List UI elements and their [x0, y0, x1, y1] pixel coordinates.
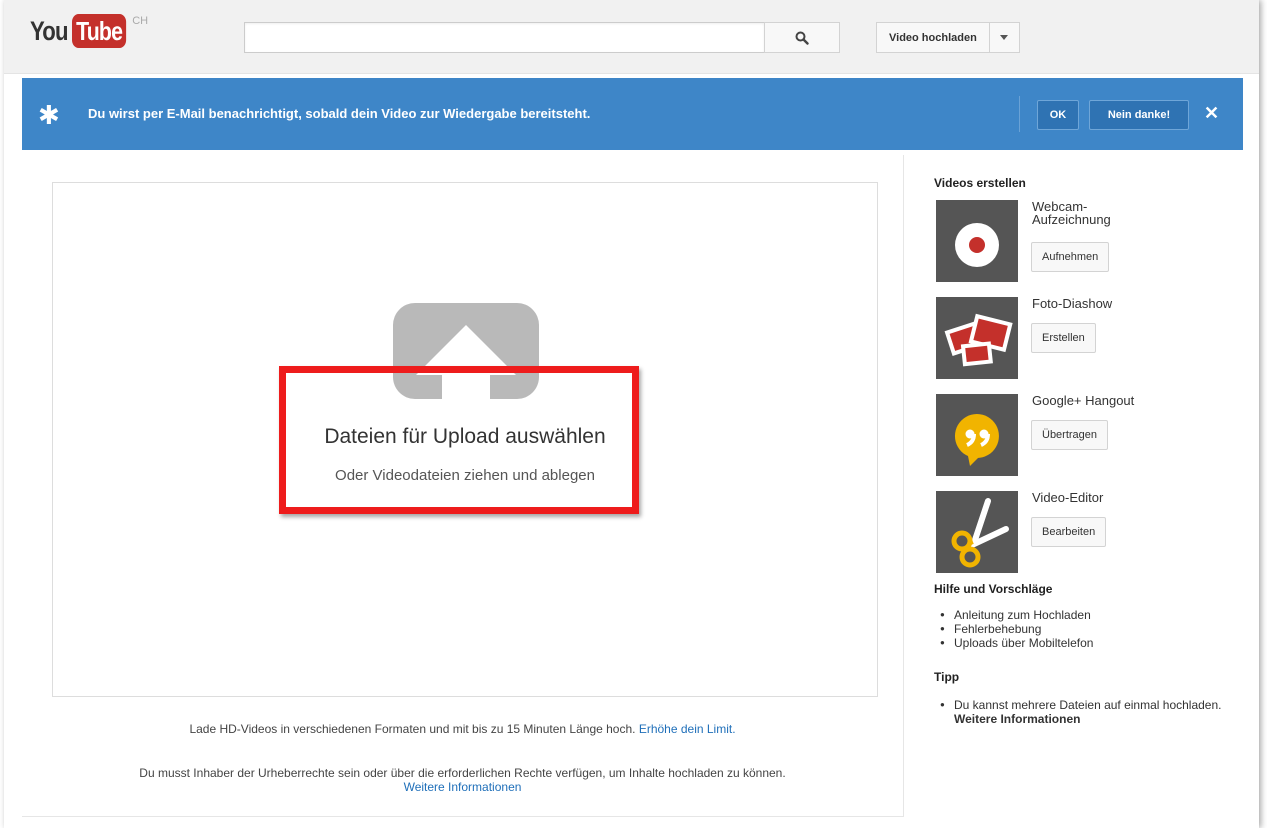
- close-icon[interactable]: ✕: [1204, 103, 1219, 124]
- upload-video-button[interactable]: Video hochladen: [876, 22, 990, 53]
- masthead: You Tube CH Video hochladen: [4, 0, 1259, 74]
- youtube-logo[interactable]: You Tube CH: [30, 14, 148, 48]
- search-button[interactable]: [764, 22, 840, 53]
- tool-slideshow: Foto-Diashow Erstellen: [934, 297, 1244, 379]
- create-videos-heading: Videos erstellen: [934, 176, 1026, 190]
- select-files-button[interactable]: Dateien für Upload auswählen: [53, 425, 877, 449]
- upload-button-group: Video hochladen: [876, 22, 1020, 53]
- create-slideshow-button[interactable]: Erstellen: [1031, 323, 1096, 353]
- rights-info-text: Du musst Inhaber der Urheberrechte sein …: [22, 766, 903, 794]
- record-button[interactable]: Aufnehmen: [1031, 242, 1110, 272]
- hd-info-text: Lade HD-Videos in verschiedenen Formaten…: [22, 722, 903, 736]
- photo-slideshow-icon: [936, 297, 1018, 379]
- decline-button[interactable]: Nein danke!: [1089, 100, 1189, 130]
- help-link-upload-guide[interactable]: Anleitung zum Hochladen: [940, 608, 1244, 622]
- search-bar: [244, 22, 840, 53]
- upload-panel: Dateien für Upload auswählen Oder Videod…: [22, 155, 904, 817]
- search-icon: [795, 31, 809, 45]
- drag-drop-hint: Oder Videodateien ziehen und ablegen: [335, 467, 595, 484]
- help-heading: Hilfe und Vorschläge: [934, 582, 1053, 596]
- notification-banner: ✱ Du wirst per E-Mail benachrichtigt, so…: [22, 78, 1243, 150]
- tip-more-info-link[interactable]: Weitere Informationen: [954, 712, 1080, 726]
- tool-webcam-name: Webcam- Aufzeichnung: [1032, 199, 1111, 227]
- tool-editor: Video-Editor Bearbeiten: [934, 491, 1244, 573]
- star-icon: ✱: [38, 100, 60, 130]
- tool-webcam: Webcam- Aufzeichnung Aufnehmen: [934, 200, 1244, 282]
- logo-you: You: [30, 16, 69, 46]
- tip-heading: Tipp: [934, 670, 960, 684]
- more-info-link[interactable]: Weitere Informationen: [404, 780, 522, 794]
- rights-info-label: Du musst Inhaber der Urheberrechte sein …: [139, 766, 786, 780]
- tip-list: Du kannst mehrere Dateien auf einmal hoc…: [940, 698, 1244, 726]
- tip-text: Du kannst mehrere Dateien auf einmal hoc…: [954, 698, 1222, 712]
- hangout-icon: [936, 394, 1018, 476]
- search-input[interactable]: [244, 22, 764, 53]
- tool-editor-name: Video-Editor: [1032, 490, 1104, 505]
- upload-dropdown-button[interactable]: [989, 22, 1020, 53]
- logo-country: CH: [132, 15, 149, 27]
- increase-limit-link[interactable]: Erhöhe dein Limit.: [639, 722, 736, 736]
- browser-page: You Tube CH Video hochladen ✱ Du wirst p…: [4, 0, 1259, 828]
- tool-hangout-name: Google+ Hangout: [1032, 393, 1135, 408]
- banner-divider: [1019, 96, 1020, 132]
- help-link-troubleshooting[interactable]: Fehlerbehebung: [940, 622, 1244, 636]
- scissors-icon: [936, 491, 1018, 573]
- chevron-down-icon: [1000, 35, 1009, 40]
- logo-tube: Tube: [72, 14, 127, 48]
- tip-item: Du kannst mehrere Dateien auf einmal hoc…: [940, 698, 1230, 726]
- sidebar: Videos erstellen Webcam- Aufzeichnung Au…: [934, 176, 1244, 726]
- hd-info-label: Lade HD-Videos in verschiedenen Formaten…: [189, 722, 636, 736]
- banner-message: Du wirst per E-Mail benachrichtigt, soba…: [88, 106, 591, 121]
- help-list: Anleitung zum Hochladen Fehlerbehebung U…: [940, 608, 1244, 650]
- edit-video-button[interactable]: Bearbeiten: [1031, 517, 1107, 547]
- help-link-mobile-uploads[interactable]: Uploads über Mobiltelefon: [940, 636, 1244, 650]
- ok-button[interactable]: OK: [1037, 100, 1079, 130]
- upload-dropzone[interactable]: Dateien für Upload auswählen Oder Videod…: [52, 182, 878, 697]
- record-icon: [936, 200, 1018, 282]
- tool-hangout: Google+ Hangout Übertragen: [934, 394, 1244, 476]
- broadcast-button[interactable]: Übertragen: [1031, 420, 1109, 450]
- tool-slideshow-name: Foto-Diashow: [1032, 296, 1113, 311]
